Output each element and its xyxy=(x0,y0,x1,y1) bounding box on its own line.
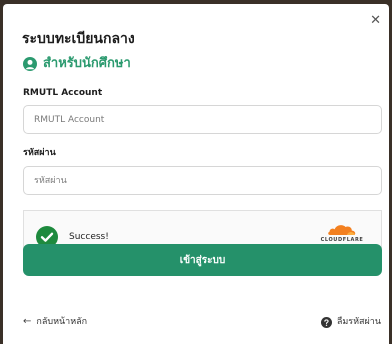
close-icon[interactable]: ✕ xyxy=(370,14,381,28)
forgot-password-link[interactable]: ลืมรหัสผ่าน xyxy=(320,316,381,328)
modal-title: ระบบทะเบียนกลาง xyxy=(22,31,135,47)
cloudflare-cloud-icon xyxy=(328,225,356,235)
subtitle-row: สำหรับนักศึกษา xyxy=(23,56,131,72)
student-icon xyxy=(23,57,37,71)
arrow-left-icon: ← xyxy=(23,316,32,327)
account-input[interactable] xyxy=(23,105,382,134)
help-circle-icon xyxy=(320,316,332,328)
subtitle-text: สำหรับนักศึกษา xyxy=(43,56,131,71)
password-input[interactable] xyxy=(23,166,382,195)
account-label: RMUTL Account xyxy=(23,88,103,98)
back-home-link[interactable]: ← กลับหน้าหลัก xyxy=(23,316,87,328)
captcha-status: Success! xyxy=(69,232,109,242)
password-label: รหัสผ่าน xyxy=(23,148,56,158)
back-home-label: กลับหน้าหลัก xyxy=(36,317,88,327)
forgot-password-label: ลืมรหัสผ่าน xyxy=(336,317,381,327)
login-button[interactable]: เข้าสู่ระบบ xyxy=(23,244,382,276)
login-modal: ระบบทะเบียนกลาง ✕ สำหรับนักศึกษา RMUTL A… xyxy=(3,4,389,344)
cloudflare-wordmark: CLOUDFLARE xyxy=(320,237,364,243)
